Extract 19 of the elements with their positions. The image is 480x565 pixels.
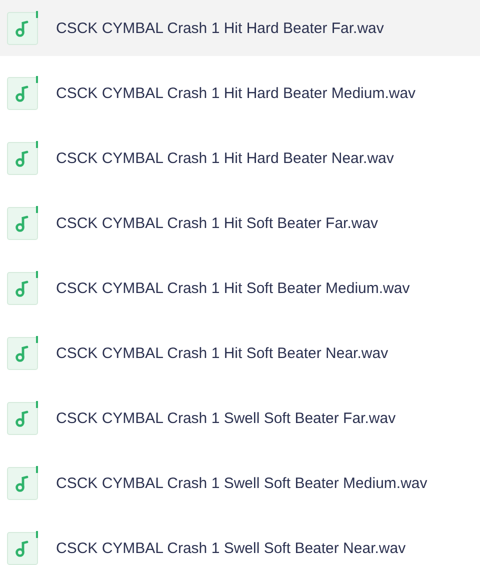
audio-file-icon [7, 11, 39, 45]
file-name: CSCK CYMBAL Crash 1 Hit Hard Beater Far.wav [56, 20, 384, 36]
file-name: CSCK CYMBAL Crash 1 Swell Soft Beater Far.wav [56, 410, 396, 426]
audio-file-icon [7, 76, 39, 110]
file-name: CSCK CYMBAL Crash 1 Swell Soft Beater Medium.wav [56, 474, 428, 492]
file-name: CSCK CYMBAL Crash 1 Hit Hard Beater Near.wav [56, 150, 394, 166]
audio-file-icon [7, 271, 39, 305]
audio-file-icon [7, 336, 39, 370]
audio-file-icon [7, 466, 39, 500]
file-name: CSCK CYMBAL Crash 1 Hit Soft Beater Medium.wav [56, 280, 410, 296]
file-name: CSCK CYMBAL Crash 1 Hit Hard Beater Medium.wav [56, 84, 416, 102]
audio-file-icon [7, 141, 39, 175]
file-row[interactable]: CSCK CYMBAL Crash 1 Hit Hard Beater Far.wav [0, 0, 480, 56]
audio-file-icon [7, 401, 39, 435]
file-name: CSCK CYMBAL Crash 1 Hit Soft Beater Near.wav [56, 344, 388, 362]
file-name: CSCK CYMBAL Crash 1 Swell Soft Beater Near.wav [56, 540, 406, 556]
audio-file-icon [7, 531, 39, 565]
audio-file-icon [7, 206, 39, 240]
file-name: CSCK CYMBAL Crash 1 Hit Soft Beater Far.wav [56, 214, 378, 232]
